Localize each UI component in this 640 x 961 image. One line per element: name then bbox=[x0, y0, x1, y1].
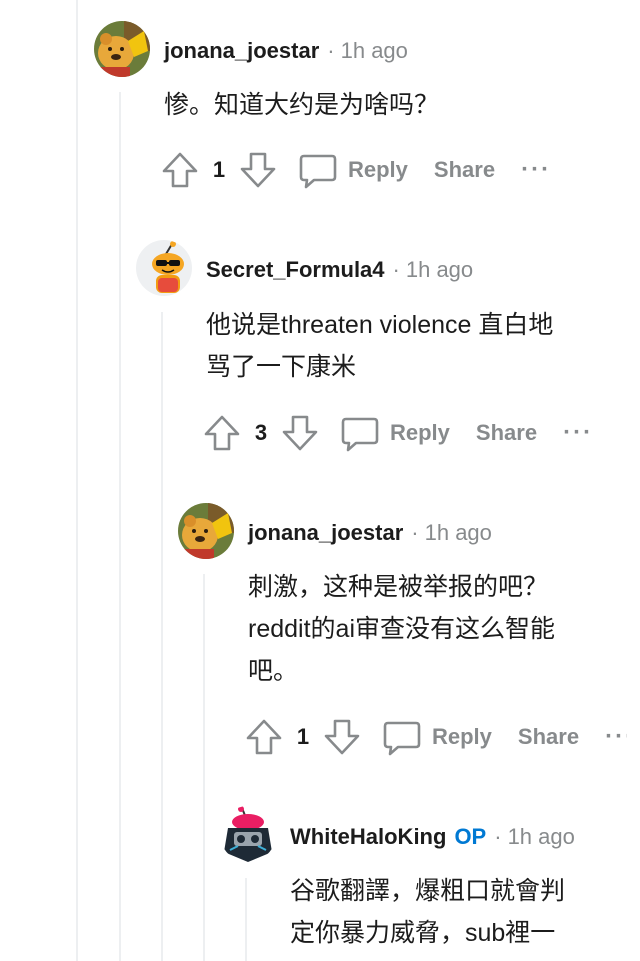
separator-dot: · bbox=[392, 257, 400, 282]
thread-line-level-3[interactable] bbox=[203, 574, 205, 961]
separator-dot: · bbox=[327, 38, 335, 63]
comment-body: 刺激，这种是被举报的吧？ reddit的ai审查没有这么智能 吧。 bbox=[248, 566, 555, 692]
downvote-icon[interactable] bbox=[280, 411, 320, 455]
reply-button[interactable]: Reply bbox=[340, 411, 450, 455]
comment-meta: Secret_Formula4 · 1h ago bbox=[206, 256, 473, 284]
snoo-sunglasses-avatar bbox=[136, 240, 192, 296]
timestamp: 1h ago bbox=[507, 824, 575, 849]
share-button[interactable]: Share bbox=[518, 724, 579, 750]
vote-score: 1 bbox=[212, 157, 226, 182]
upvote-icon[interactable] bbox=[244, 715, 284, 759]
vote-score: 3 bbox=[254, 420, 268, 445]
comment-meta: WhiteHaloKing OP · 1h ago bbox=[290, 823, 575, 851]
chat-bubble-icon bbox=[340, 411, 384, 455]
reply-label: Reply bbox=[348, 157, 408, 182]
downvote-icon[interactable] bbox=[322, 715, 362, 759]
comment-actions: 3 Reply Share ··· bbox=[202, 411, 593, 455]
winnie-the-pooh-avatar bbox=[94, 21, 150, 77]
username[interactable]: WhiteHaloKing bbox=[290, 824, 446, 849]
user-avatar[interactable] bbox=[94, 21, 150, 77]
thread-line-level-4[interactable] bbox=[245, 878, 247, 961]
more-options-icon[interactable]: ··· bbox=[605, 723, 627, 751]
comment-line: 他说是threaten violence 直白地 bbox=[206, 311, 554, 339]
comment-body: 谷歌翻譯，爆粗口就會判 定你暴力威脅，sub裡一 bbox=[290, 870, 565, 954]
comment-line: 谷歌翻譯，爆粗口就會判 bbox=[290, 877, 566, 905]
comment-line: 惨。知道大约是为啥吗？ bbox=[164, 91, 440, 119]
username[interactable]: Secret_Formula4 bbox=[206, 257, 385, 282]
separator-dot: · bbox=[494, 824, 502, 849]
reply-button[interactable]: Reply bbox=[298, 148, 408, 192]
username[interactable]: jonana_joestar bbox=[248, 520, 403, 545]
separator-dot: · bbox=[411, 520, 419, 545]
comment-meta: jonana_joestar · 1h ago bbox=[248, 519, 492, 547]
reply-label: Reply bbox=[432, 724, 492, 749]
upvote-icon[interactable] bbox=[202, 411, 242, 455]
comment-line: 刺激，这种是被举报的吧？ bbox=[248, 573, 549, 601]
chat-bubble-icon bbox=[298, 148, 342, 192]
more-options-icon[interactable]: ··· bbox=[521, 156, 551, 184]
comment-line: reddit的ai审查没有这么智能 bbox=[248, 615, 555, 643]
comment-body: 他说是threaten violence 直白地 骂了一下康米 bbox=[206, 304, 553, 388]
user-avatar[interactable] bbox=[220, 806, 276, 862]
comment-meta: jonana_joestar · 1h ago bbox=[164, 37, 408, 65]
user-avatar[interactable] bbox=[136, 240, 192, 296]
timestamp: 1h ago bbox=[405, 257, 474, 282]
comment-body: 惨。知道大约是为啥吗？ bbox=[164, 84, 439, 126]
reply-label: Reply bbox=[390, 420, 450, 445]
vote-score: 1 bbox=[296, 724, 310, 749]
user-avatar[interactable] bbox=[178, 503, 234, 559]
share-button[interactable]: Share bbox=[476, 420, 537, 446]
thread-line-level-0[interactable] bbox=[76, 0, 78, 961]
username[interactable]: jonana_joestar bbox=[164, 38, 319, 63]
comment-line: 定你暴力威脅，sub裡一 bbox=[290, 919, 556, 947]
share-button[interactable]: Share bbox=[434, 157, 495, 183]
timestamp: 1h ago bbox=[424, 520, 492, 545]
snoo-helmet-avatar bbox=[220, 806, 276, 862]
comment-actions: 1 Reply Share ··· bbox=[160, 148, 551, 192]
reply-button[interactable]: Reply bbox=[382, 715, 492, 759]
comment-line: 骂了一下康米 bbox=[206, 353, 357, 381]
thread-line-level-1[interactable] bbox=[119, 92, 121, 961]
more-options-icon[interactable]: ··· bbox=[563, 419, 593, 447]
upvote-icon[interactable] bbox=[160, 148, 200, 192]
winnie-the-pooh-avatar bbox=[178, 503, 234, 559]
thread-line-level-2[interactable] bbox=[161, 312, 163, 961]
downvote-icon[interactable] bbox=[238, 148, 278, 192]
chat-bubble-icon bbox=[382, 715, 426, 759]
op-badge: OP bbox=[454, 824, 487, 849]
comment-line: 吧。 bbox=[248, 657, 299, 685]
timestamp: 1h ago bbox=[340, 38, 408, 63]
comment-actions: 1 Reply Share ··· bbox=[244, 715, 627, 759]
